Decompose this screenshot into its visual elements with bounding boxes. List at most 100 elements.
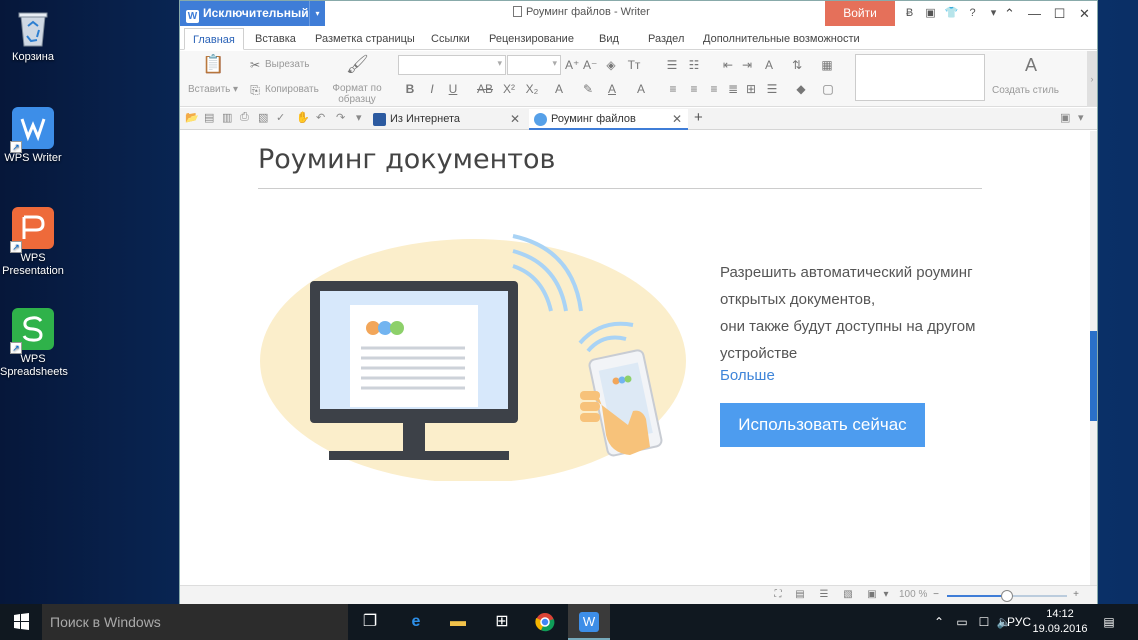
taskbar-search[interactable]: Поиск в Windows bbox=[42, 604, 348, 640]
network-icon[interactable]: ☐ bbox=[974, 604, 994, 640]
subscript-icon[interactable]: X₂ bbox=[525, 82, 539, 96]
start-button[interactable] bbox=[0, 604, 42, 640]
paste-dropdown-icon[interactable]: ▾ bbox=[233, 84, 238, 95]
tab-insert[interactable]: Вставка bbox=[255, 28, 296, 50]
bullets-icon[interactable]: ☰ bbox=[665, 58, 679, 72]
close-icon[interactable]: ✕ bbox=[510, 109, 520, 129]
paste-button[interactable]: Вставить bbox=[188, 84, 230, 95]
line-spacing-icon[interactable]: ☰ bbox=[765, 82, 779, 96]
tab-view[interactable]: Вид bbox=[599, 28, 619, 50]
highlight-icon[interactable]: ✎ bbox=[581, 82, 595, 96]
taskbar-clock[interactable]: 14:12 19.09.2016 bbox=[1030, 607, 1090, 637]
redo-icon[interactable]: ↷ bbox=[336, 111, 345, 124]
save-icon[interactable]: ▤ bbox=[204, 111, 214, 124]
view-dropdown-icon[interactable]: ▾ bbox=[880, 589, 892, 601]
print-icon[interactable]: ⎙ bbox=[240, 111, 249, 124]
cloud-sync-icon[interactable]: ▣ bbox=[921, 5, 940, 22]
desktop-icon-wps-writer[interactable]: ↗ WPS Writer bbox=[0, 107, 66, 165]
outline-view-icon[interactable]: ☰ bbox=[818, 589, 830, 601]
align-center-icon[interactable]: ≡ bbox=[687, 82, 701, 96]
strikethrough-icon[interactable]: AB bbox=[475, 82, 495, 96]
spell-check-icon[interactable]: ✓ bbox=[276, 111, 285, 124]
increase-indent-icon[interactable]: ⇥ bbox=[740, 58, 754, 72]
print-preview-icon[interactable]: ▧ bbox=[258, 111, 268, 124]
superscript-icon[interactable]: X² bbox=[502, 82, 516, 96]
desktop-icon-wps-spreadsheets[interactable]: ↗ WPS Spreadsheets bbox=[0, 308, 68, 379]
close-icon[interactable]: ✕ bbox=[672, 109, 682, 129]
help-icon[interactable]: ? bbox=[963, 5, 982, 22]
new-style-icon[interactable]: A bbox=[1020, 56, 1042, 78]
tab-page-layout[interactable]: Разметка страницы bbox=[315, 28, 415, 50]
shrink-font-icon[interactable]: A⁻ bbox=[583, 58, 597, 72]
close-button[interactable]: ✕ bbox=[1072, 1, 1097, 26]
doc-tab-from-internet[interactable]: Из Интернета ✕ bbox=[368, 109, 526, 130]
fit-page-icon[interactable]: ⛶ bbox=[772, 589, 784, 601]
format-painter-button[interactable]: Формат по образцу bbox=[327, 83, 387, 105]
skin-icon[interactable]: Ƀ bbox=[900, 5, 919, 22]
numbering-icon[interactable]: ☷ bbox=[687, 58, 701, 72]
collapse-ribbon-icon[interactable]: ⌃ bbox=[997, 1, 1022, 26]
tab-references[interactable]: Ссылки bbox=[431, 28, 470, 50]
page-view-icon[interactable]: ▤ bbox=[794, 589, 806, 601]
chevron-down-icon[interactable]: ▾ bbox=[309, 1, 325, 26]
paste-icon[interactable]: 📋 bbox=[202, 55, 224, 79]
underline-icon[interactable]: U bbox=[446, 82, 460, 96]
file-explorer-icon[interactable]: ▬ bbox=[437, 604, 479, 640]
use-now-button[interactable]: Использовать сейчас bbox=[720, 403, 925, 447]
justify-icon[interactable]: ≣ bbox=[726, 82, 740, 96]
clear-format-icon[interactable]: ◈ bbox=[604, 58, 618, 72]
text-effect-icon[interactable]: A bbox=[552, 82, 566, 96]
open-icon[interactable]: 📂 bbox=[185, 111, 199, 124]
undo-icon[interactable]: ↶ bbox=[316, 111, 325, 124]
web-view-icon[interactable]: ▧ bbox=[842, 589, 854, 601]
sidebar-toggle-handle[interactable] bbox=[1090, 331, 1097, 421]
table-icon[interactable]: ▦ bbox=[820, 58, 834, 72]
battery-icon[interactable]: ▭ bbox=[952, 604, 972, 640]
borders-icon[interactable]: ▢ bbox=[821, 82, 835, 96]
align-left-icon[interactable]: ≡ bbox=[666, 82, 680, 96]
restore-tab-icon[interactable]: ▣ bbox=[1060, 111, 1070, 124]
decrease-indent-icon[interactable]: ⇤ bbox=[721, 58, 735, 72]
notifications-icon[interactable]: ▤ bbox=[1098, 604, 1120, 640]
new-tab-icon[interactable]: + bbox=[694, 109, 703, 126]
export-pdf-icon[interactable]: ▥ bbox=[222, 111, 232, 124]
scissors-icon[interactable]: ✂ bbox=[248, 58, 262, 72]
font-name-select[interactable] bbox=[398, 55, 506, 75]
zoom-in-icon[interactable]: + bbox=[1070, 589, 1082, 601]
vertical-scrollbar[interactable] bbox=[1090, 131, 1097, 585]
distribute-icon[interactable]: ⊞ bbox=[744, 82, 758, 96]
login-button[interactable]: Войти bbox=[825, 1, 895, 26]
maximize-button[interactable]: ☐ bbox=[1047, 1, 1072, 26]
desktop-icon-recycle-bin[interactable]: Корзина bbox=[0, 8, 66, 64]
edge-icon[interactable]: e bbox=[395, 604, 437, 640]
italic-icon[interactable]: I bbox=[425, 82, 439, 96]
zoom-slider[interactable] bbox=[947, 590, 1067, 602]
cut-button[interactable]: Вырезать bbox=[265, 59, 309, 70]
zoom-slider-handle[interactable] bbox=[1001, 590, 1013, 602]
app-menu-button[interactable]: W Исключительный ▾ bbox=[180, 1, 325, 26]
font-size-select[interactable] bbox=[507, 55, 561, 75]
chrome-icon[interactable] bbox=[524, 604, 566, 640]
reading-mode-icon[interactable]: ▣ bbox=[866, 589, 878, 601]
align-right-icon[interactable]: ≡ bbox=[707, 82, 721, 96]
grow-font-icon[interactable]: A⁺ bbox=[565, 58, 579, 72]
wps-writer-taskbar-icon[interactable]: W bbox=[568, 604, 610, 640]
font-color-icon[interactable]: A bbox=[605, 82, 619, 96]
task-view-icon[interactable]: ❐ bbox=[349, 604, 391, 640]
ribbon-scroll-right[interactable]: › bbox=[1087, 51, 1097, 107]
copy-button[interactable]: Копировать bbox=[265, 84, 319, 95]
change-case-icon[interactable]: Tт bbox=[627, 58, 641, 72]
doc-tab-file-roaming[interactable]: Роуминг файлов ✕ bbox=[529, 109, 688, 130]
sort-icon[interactable]: ⇅ bbox=[790, 58, 804, 72]
hand-icon[interactable]: ✋ bbox=[296, 111, 310, 124]
store-icon[interactable]: ⊞ bbox=[481, 604, 523, 640]
minimize-button[interactable]: — bbox=[1022, 1, 1047, 26]
more-link[interactable]: Больше bbox=[720, 367, 775, 384]
text-direction-icon[interactable]: A bbox=[762, 58, 776, 72]
zoom-out-icon[interactable]: − bbox=[930, 589, 942, 601]
copy-icon[interactable]: ⎘ bbox=[248, 83, 262, 97]
tab-home[interactable]: Главная bbox=[184, 28, 244, 50]
tab-advanced[interactable]: Дополнительные возможности bbox=[703, 28, 860, 50]
styles-gallery[interactable] bbox=[855, 54, 985, 101]
shirt-icon[interactable]: 👕 bbox=[942, 5, 961, 22]
